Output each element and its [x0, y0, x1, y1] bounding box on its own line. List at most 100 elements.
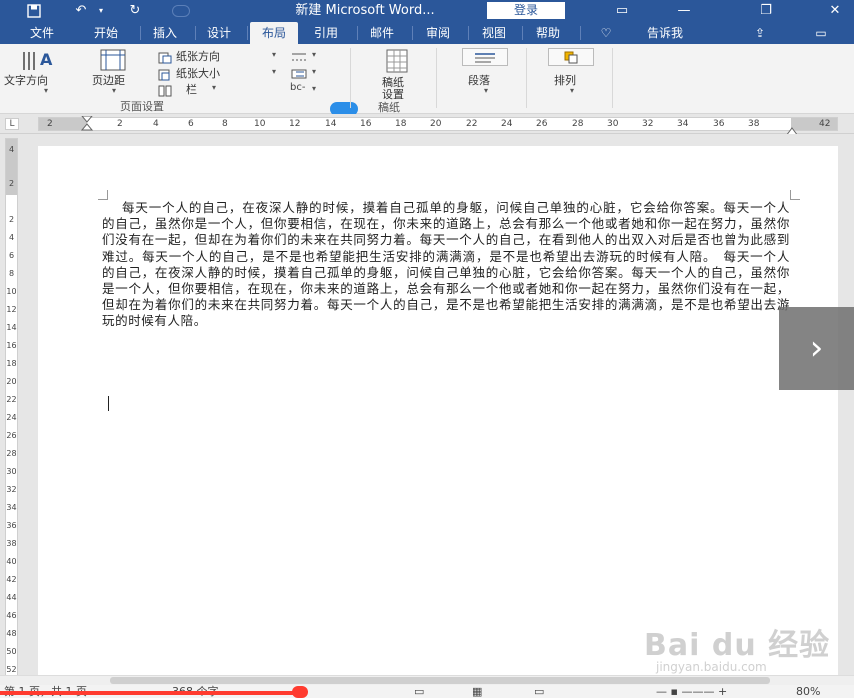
manuscript-group-label: 稿纸	[378, 101, 400, 114]
ribbon-layout: A 文字方向 ▾ 页边距 ▾ 纸张方向 ▾ 纸张大小 ▾ 栏 ▾ ▾ ▾ bc-…	[0, 44, 854, 116]
line-numbers-icon[interactable]	[290, 65, 308, 79]
document-canvas[interactable]: 每天一个人的自己，在夜深人静的时候，摸着自己孤单的身躯，问候自己单独的心脏，它会…	[22, 134, 854, 680]
ruler-number: 12	[289, 119, 301, 129]
undo-dropdown-icon[interactable]: ▾	[96, 2, 106, 20]
tab-separator	[412, 26, 413, 40]
minimize-icon[interactable]: —	[674, 2, 694, 20]
ruler-number: 20	[430, 119, 442, 129]
baidu-watermark: Bai du 经验 jingyan.baidu.com	[644, 620, 844, 680]
tab-insert[interactable]: 插入	[143, 22, 187, 44]
zoom-slider[interactable]: — ▪ ——— +	[656, 685, 776, 698]
chevron-down-icon[interactable]: ▾	[44, 86, 48, 95]
tab-layout[interactable]: 布局	[250, 22, 298, 44]
chevron-down-icon[interactable]: ▾	[312, 84, 316, 93]
login-button[interactable]: 登录	[487, 2, 565, 19]
tab-review[interactable]: 审阅	[416, 22, 460, 44]
arrange-icon[interactable]	[548, 48, 594, 66]
vruler-number: 24	[6, 413, 17, 422]
chevron-down-icon[interactable]: ▾	[312, 67, 316, 76]
orientation-button[interactable]: 纸张方向	[176, 48, 220, 64]
tab-separator	[468, 26, 469, 40]
chevron-down-icon[interactable]: ▾	[570, 86, 574, 95]
lightbulb-icon[interactable]: ♡	[596, 22, 616, 44]
chevron-down-icon[interactable]: ▾	[212, 83, 216, 92]
read-mode-icon[interactable]: ▭	[414, 685, 434, 698]
quick-access-icon[interactable]	[172, 5, 190, 17]
text-cursor	[108, 396, 109, 411]
ruler-strip[interactable]: 2 2 4 6 8 10 12 14 16 18 20 22 24 26 28 …	[38, 115, 838, 137]
comments-icon[interactable]: ▭	[808, 22, 834, 44]
margins-icon[interactable]	[98, 48, 128, 72]
vruler-number: 6	[8, 251, 15, 260]
vruler-number: 30	[6, 467, 17, 476]
vruler-number: 4	[8, 233, 15, 242]
margins-button[interactable]: 页边距	[92, 72, 125, 88]
columns-icon[interactable]	[158, 82, 172, 97]
web-layout-icon[interactable]: ▭	[534, 685, 554, 698]
horizontal-scrollbar[interactable]	[0, 675, 854, 685]
save-icon[interactable]	[24, 2, 44, 20]
chevron-down-icon[interactable]: ▾	[272, 50, 276, 59]
tab-view[interactable]: 视图	[472, 22, 516, 44]
close-icon[interactable]: ✕	[825, 2, 845, 20]
paragraph-icon[interactable]	[462, 48, 508, 66]
ruler-number: 28	[572, 119, 584, 129]
tab-separator	[357, 26, 358, 40]
paper-size-button[interactable]: 纸张大小	[176, 65, 220, 81]
vruler-number: 32	[6, 485, 17, 494]
print-layout-icon[interactable]: ▦	[472, 685, 492, 698]
document-body-text[interactable]: 每天一个人的自己，在夜深人静的时候，摸着自己孤单的身躯，问候自己单独的心脏，它会…	[102, 200, 790, 330]
ruler-number: 24	[501, 119, 513, 129]
chevron-down-icon[interactable]: ▾	[272, 67, 276, 76]
vertical-ruler[interactable]: 4 2 2 4 6 8 10 12 14 16 18 20 22 24 26 2…	[0, 134, 22, 680]
vruler-number: 36	[6, 521, 17, 530]
manuscript-icon[interactable]	[384, 48, 410, 74]
crop-mark-top-right	[790, 190, 800, 200]
video-progress-bar[interactable]	[0, 691, 300, 695]
vruler-number: 20	[6, 377, 17, 386]
ruler-number: 8	[222, 119, 228, 129]
tab-design[interactable]: 设计	[197, 22, 241, 44]
chevron-down-icon[interactable]: ▾	[312, 50, 316, 59]
share-icon[interactable]: ⇪	[748, 22, 772, 44]
page-setup-group-label: 页面设置	[120, 100, 164, 113]
tab-help[interactable]: 帮助	[526, 22, 570, 44]
tell-me-search[interactable]: 告诉我	[630, 22, 700, 44]
undo-icon[interactable]: ↶	[70, 2, 92, 20]
columns-button[interactable]: 栏	[186, 81, 197, 97]
vertical-ruler-strip[interactable]: 4 2 2 4 6 8 10 12 14 16 18 20 22 24 26 2…	[5, 138, 18, 678]
chevron-down-icon[interactable]: ▾	[112, 86, 116, 95]
video-progress-knob[interactable]	[292, 686, 308, 698]
chevron-down-icon[interactable]: ▾	[484, 86, 488, 95]
tab-selector[interactable]: L	[5, 118, 19, 130]
vruler-number: 34	[6, 503, 17, 512]
zoom-level[interactable]: 80%	[796, 685, 820, 698]
right-indent-marker-icon[interactable]	[785, 122, 799, 137]
watermark-logo: Bai du 经验	[644, 628, 831, 663]
indent-marker-icon[interactable]	[80, 115, 94, 132]
next-arrow-button[interactable]: ›	[779, 307, 854, 390]
paper-size-icon[interactable]	[158, 66, 172, 81]
breaks-icon[interactable]	[290, 48, 308, 61]
document-title: 新建 Microsoft Word...	[295, 3, 435, 18]
scrollbar-thumb[interactable]	[110, 677, 770, 684]
document-page[interactable]: 每天一个人的自己，在夜深人静的时候，摸着自己孤单的身躯，问候自己单独的心脏，它会…	[38, 146, 838, 680]
ruler-number: 38	[748, 119, 760, 129]
tab-file[interactable]: 文件	[20, 22, 64, 44]
hyphenation-icon[interactable]: bc-	[290, 82, 312, 94]
tab-references[interactable]: 引用	[304, 22, 348, 44]
text-direction-icon[interactable]: A	[18, 48, 62, 72]
orientation-icon[interactable]	[158, 49, 172, 64]
text-direction-button[interactable]: 文字方向	[4, 72, 48, 88]
tab-separator	[195, 26, 196, 40]
horizontal-ruler[interactable]: L 2 2 4 6 8 10 12 14 16 18 20 22 24 26 2…	[0, 114, 854, 137]
tab-home[interactable]: 开始	[84, 22, 128, 44]
tab-mailings[interactable]: 邮件	[360, 22, 404, 44]
tab-separator	[522, 26, 523, 40]
ruler-number: 4	[153, 119, 159, 129]
vruler-number: 40	[6, 557, 17, 566]
ruler-number: 6	[188, 119, 194, 129]
restore-icon[interactable]: ❐	[756, 2, 776, 20]
redo-icon[interactable]: ↻	[124, 2, 146, 20]
ribbon-display-icon[interactable]: ▭	[612, 2, 632, 20]
